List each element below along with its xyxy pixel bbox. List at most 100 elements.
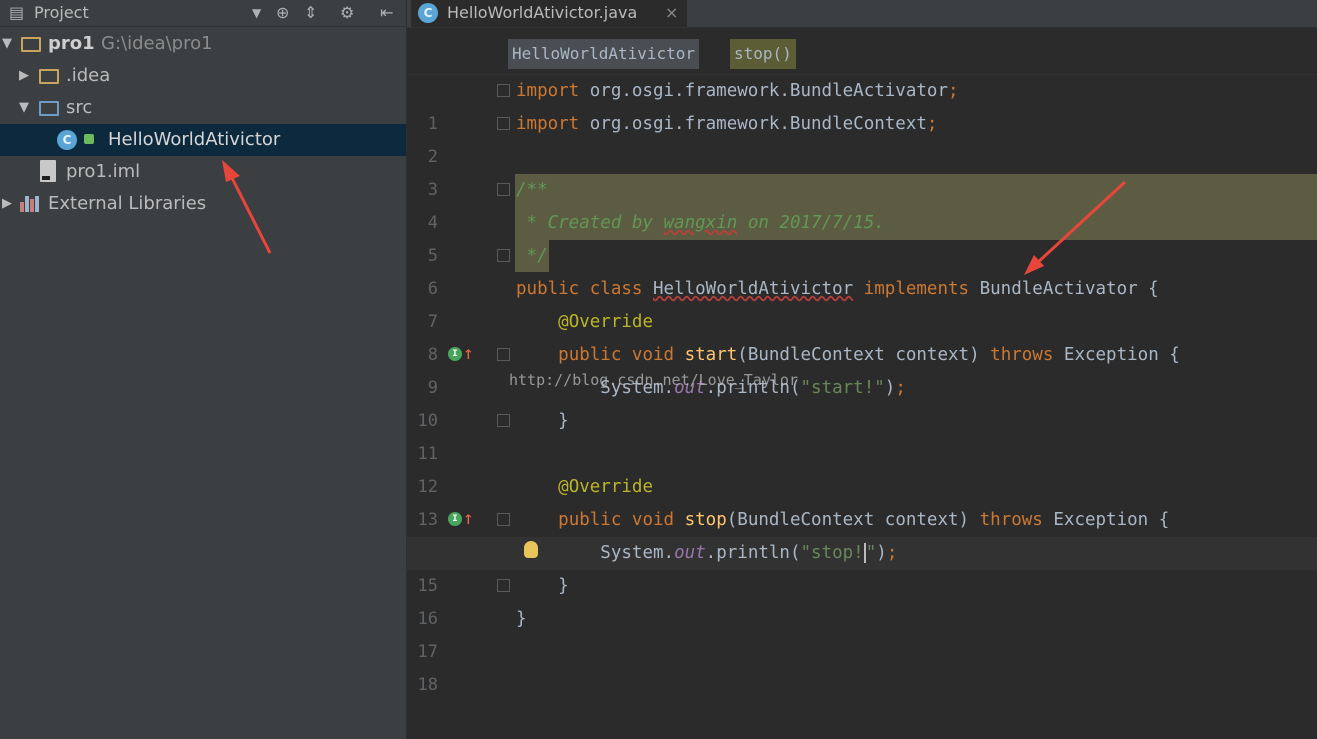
fold-icon[interactable] <box>497 117 510 130</box>
keyword: void <box>621 510 685 530</box>
tree-item-path: G:\idea\pro1 <box>101 33 213 54</box>
tree-item-label: pro1 <box>48 33 95 54</box>
code-line[interactable]: 12 <box>407 438 1317 497</box>
breadcrumb-method[interactable]: stop() <box>730 39 796 69</box>
code-editor[interactable]: 1 import org.osgi.framework.BundleActiva… <box>407 75 1317 739</box>
tree-item-label: HelloWorldAtivictor <box>108 129 281 150</box>
fold-icon[interactable] <box>497 513 510 526</box>
code-line[interactable]: 4 /** <box>407 174 1317 233</box>
close-icon[interactable]: × <box>665 0 678 26</box>
keyword: import <box>516 81 580 101</box>
folder-icon <box>39 69 59 84</box>
editor-tab-bar: C HelloWorldAtivictor.java × <box>407 0 1317 28</box>
project-panel-title[interactable]: Project <box>34 3 89 22</box>
tree-item-external-libraries[interactable]: ▶ External Libraries <box>0 188 406 220</box>
code-text: (BundleContext context) <box>737 345 991 365</box>
watermark: http://blog.csdn.net/Love_Taylor <box>509 371 798 389</box>
fold-icon[interactable] <box>497 249 510 262</box>
chevron-down-icon[interactable]: ▼ <box>252 3 261 23</box>
code-line[interactable]: 8 @Override <box>407 306 1317 365</box>
line-number: 18 <box>417 675 438 695</box>
code-line[interactable]: 3 <box>407 141 1317 200</box>
code-text: org.osgi.framework.BundleActivator <box>579 81 948 101</box>
fold-icon[interactable] <box>497 84 510 97</box>
interface-name: BundleActivator { <box>979 279 1159 299</box>
code-line[interactable]: 5 * Created by wangxin on 2017/7/15. <box>407 207 1317 266</box>
tree-item-label: External Libraries <box>48 193 207 214</box>
tree-item-src[interactable]: ▼ src <box>0 92 406 124</box>
collapse-icon[interactable]: ⇕ <box>304 3 317 23</box>
class-icon: C <box>57 130 77 150</box>
collapse-arrow-icon[interactable]: ▶ <box>19 60 29 92</box>
tree-item-label: src <box>66 97 93 118</box>
collapse-arrow-icon[interactable]: ▶ <box>2 188 12 220</box>
code-text: (BundleContext context) <box>726 510 980 530</box>
code-line[interactable]: 16 } <box>407 570 1317 629</box>
breadcrumb-class[interactable]: HelloWorldAtivictor <box>508 39 700 69</box>
code-line[interactable]: 14 I ↑ public void stop(BundleContext co… <box>407 504 1317 563</box>
code-text: } <box>558 576 569 596</box>
doc-comment-author: wangxin <box>663 213 738 233</box>
class-icon: C <box>418 3 438 23</box>
code-text: org.osgi.framework.BundleContext <box>579 114 927 134</box>
class-name: HelloWorldAtivictor <box>652 279 854 299</box>
doc-comment: * Created by <box>516 213 664 233</box>
tree-item-idea[interactable]: ▶ .idea <box>0 60 406 92</box>
keyword: import <box>516 114 580 134</box>
fold-icon[interactable] <box>497 579 510 592</box>
string-literal: "start!" <box>800 378 885 398</box>
code-text: } <box>516 609 527 629</box>
code-line[interactable]: 9 I ↑ public void start(BundleContext co… <box>407 339 1317 398</box>
annotation: @Override <box>558 312 653 332</box>
project-view-icon[interactable]: ▤ <box>9 3 24 23</box>
lock-icon <box>84 134 94 144</box>
code-line[interactable]: 2 import org.osgi.framework.BundleContex… <box>407 108 1317 167</box>
implements-icon[interactable]: I <box>448 512 462 526</box>
arrow-up-icon[interactable]: ↑ <box>463 504 474 534</box>
target-icon[interactable]: ⊕ <box>276 3 289 23</box>
doc-comment: /** <box>516 180 548 200</box>
code-text: ) <box>884 378 896 398</box>
code-line[interactable]: 11 } <box>407 405 1317 464</box>
source-folder-icon <box>39 101 59 116</box>
fold-icon[interactable] <box>497 348 510 361</box>
punctuation: ; <box>926 114 938 134</box>
arrow-up-icon[interactable]: ↑ <box>463 339 474 369</box>
expand-arrow-icon[interactable]: ▼ <box>2 28 12 60</box>
code-line[interactable]: 1 import org.osgi.framework.BundleActiva… <box>407 75 1317 134</box>
keyword: void <box>621 345 685 365</box>
code-line[interactable]: 17 } <box>407 603 1317 662</box>
code-line[interactable]: 6 */ <box>407 240 1317 299</box>
code-line[interactable]: 13 @Override <box>407 471 1317 530</box>
library-icon <box>20 196 40 212</box>
tree-item-pro1[interactable]: ▼ pro1 G:\idea\pro1 <box>0 28 406 60</box>
code-line[interactable]: 7 public class HelloWorldAtivictor imple… <box>407 273 1317 332</box>
keyword: public <box>558 345 622 365</box>
fold-icon[interactable] <box>497 414 510 427</box>
implements-icon[interactable]: I <box>448 347 462 361</box>
tree-item-label: pro1.iml <box>66 161 141 182</box>
doc-comment: */ <box>516 246 548 266</box>
string-literal: "stop! <box>800 543 864 563</box>
gear-icon[interactable]: ⚙ <box>340 3 354 23</box>
fold-icon[interactable] <box>497 183 510 196</box>
tree-item-helloworldativictor[interactable]: C HelloWorldAtivictor <box>0 124 406 156</box>
tab-helloworldativictor-java[interactable]: C HelloWorldAtivictor.java × <box>411 0 687 27</box>
punctuation: ; <box>947 81 959 101</box>
method-name: start <box>684 345 738 365</box>
hide-icon[interactable]: ⇤ <box>380 3 393 23</box>
project-panel-header: ▤ Project ▼ ⊕ ⇕ ⚙ ⇤ <box>0 0 406 27</box>
code-text: .println( <box>705 543 801 563</box>
annotation: @Override <box>558 477 653 497</box>
code-line[interactable]: 18 <box>407 636 1317 695</box>
method-name: stop <box>684 510 727 530</box>
tree-item-pro1-iml[interactable]: pro1.iml <box>0 156 406 188</box>
punctuation: ; <box>886 543 898 563</box>
folder-icon <box>21 37 41 52</box>
code-text: System. <box>600 543 675 563</box>
keyword: implements <box>853 279 980 299</box>
text-caret: " <box>863 543 877 563</box>
keyword: class <box>579 279 653 299</box>
expand-arrow-icon[interactable]: ▼ <box>19 92 29 124</box>
code-line-current[interactable]: 15 System.out.println("stop! "); <box>407 537 1317 596</box>
